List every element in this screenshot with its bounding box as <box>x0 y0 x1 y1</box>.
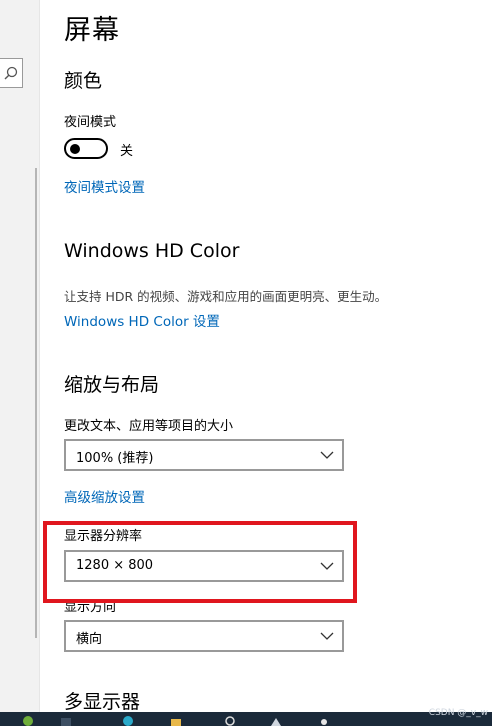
orientation-dropdown[interactable]: 横向 <box>64 620 344 652</box>
multi-display-heading: 多显示器 <box>64 691 141 713</box>
orientation-value: 横向 <box>76 632 103 647</box>
nav-scrollbar[interactable] <box>35 168 37 638</box>
app-icon[interactable] <box>22 714 34 726</box>
chevron-down-icon <box>320 632 334 640</box>
advanced-scaling-link[interactable]: 高级缩放设置 <box>64 486 145 506</box>
app-icon[interactable] <box>224 714 236 726</box>
annotation-highlight-box <box>43 521 357 603</box>
hd-color-description: 让支持 HDR 的视频、游戏和应用的画面更明亮、更生动。 <box>64 289 388 304</box>
scale-dropdown[interactable]: 100% (推荐) <box>64 439 344 471</box>
display-settings-page: 屏幕 颜色 夜间模式 关 夜间模式设置 Windows HD Color 让支持… <box>40 0 492 713</box>
app-icon[interactable] <box>60 714 72 726</box>
scale-label: 更改文本、应用等项目的大小 <box>64 419 234 434</box>
watermark: CSDN @_v_w <box>428 708 488 718</box>
search-icon <box>4 66 18 80</box>
taskbar <box>0 712 492 726</box>
night-light-state: 关 <box>120 144 134 159</box>
night-light-label: 夜间模式 <box>64 115 117 130</box>
color-section-heading: 颜色 <box>64 70 103 92</box>
toggle-knob <box>70 143 80 154</box>
night-light-toggle[interactable] <box>64 138 108 159</box>
scale-value: 100% (推荐) <box>76 451 154 466</box>
hd-color-settings-link[interactable]: Windows HD Color 设置 <box>64 310 220 330</box>
left-nav-pane <box>0 0 40 712</box>
edge-icon[interactable] <box>122 714 134 726</box>
hd-color-heading: Windows HD Color <box>64 240 240 262</box>
chevron-down-icon <box>320 451 334 459</box>
settings-icon[interactable] <box>318 714 330 726</box>
scale-layout-heading: 缩放与布局 <box>64 374 160 396</box>
folder-icon[interactable] <box>170 714 182 726</box>
store-icon[interactable] <box>270 714 282 726</box>
page-title: 屏幕 <box>64 15 120 46</box>
night-light-settings-link[interactable]: 夜间模式设置 <box>64 176 145 196</box>
search-button[interactable] <box>0 58 23 88</box>
